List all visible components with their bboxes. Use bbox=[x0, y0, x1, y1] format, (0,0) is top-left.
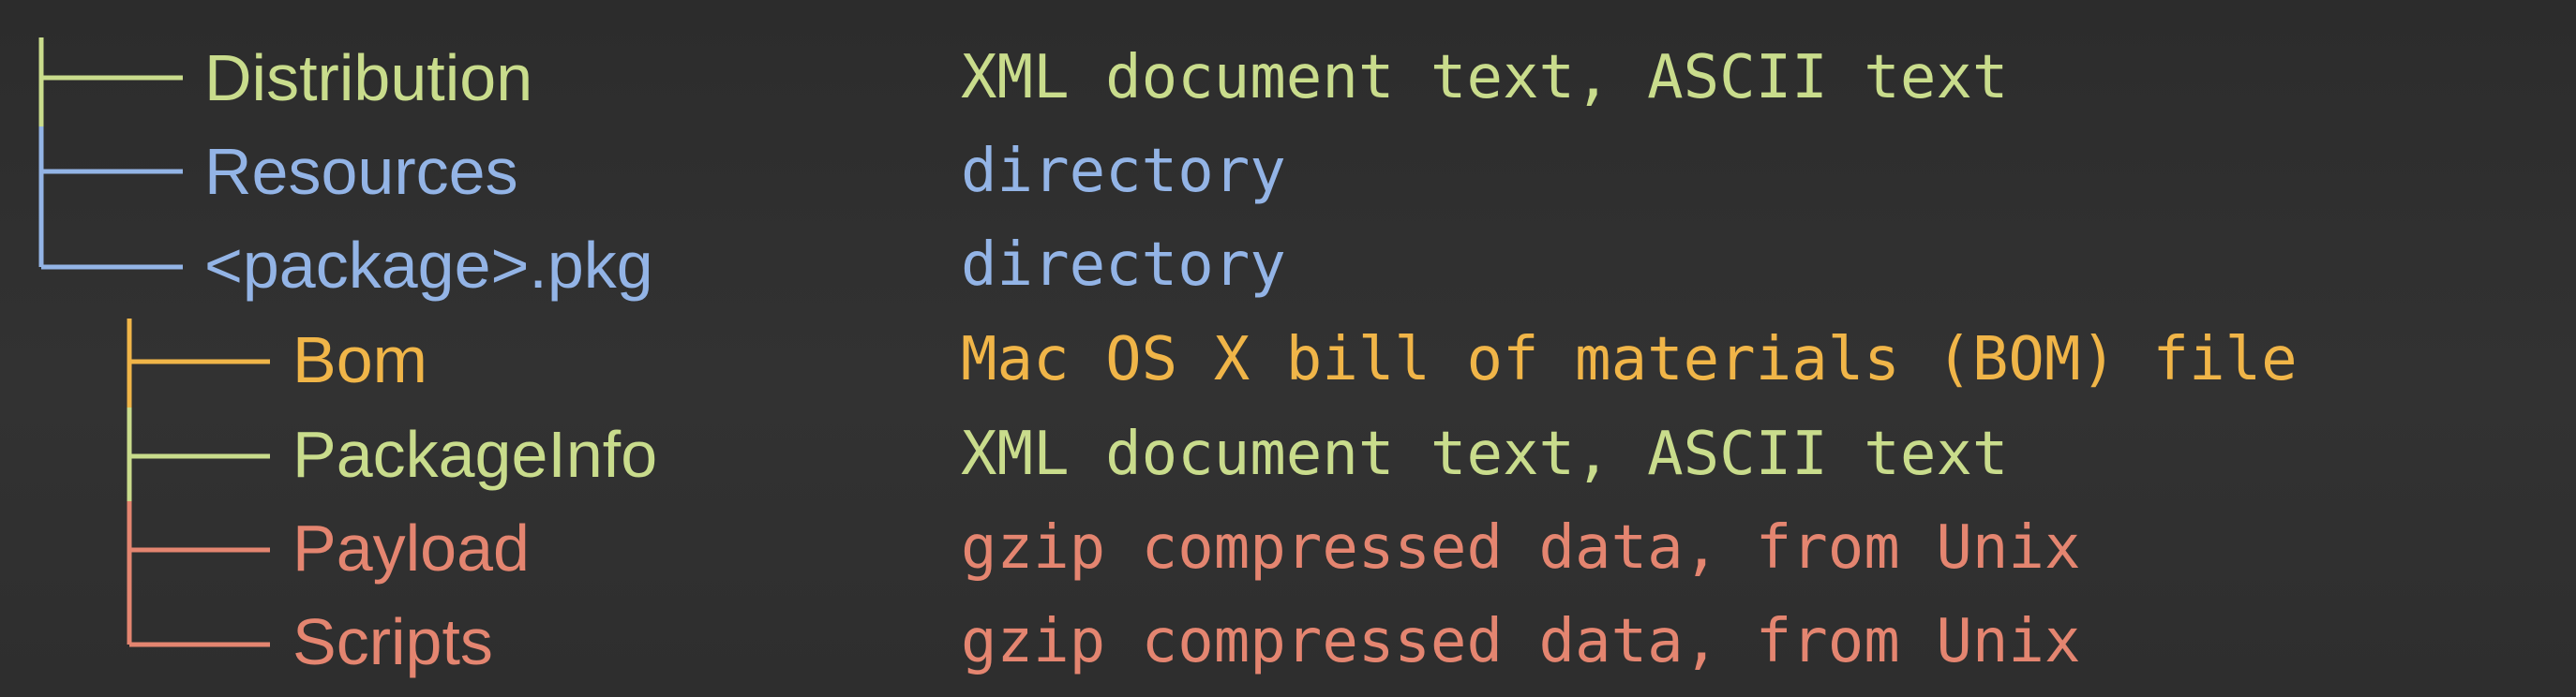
tree-item-description-package: directory bbox=[961, 230, 1286, 300]
tree-item-name-distribution: Distribution bbox=[204, 41, 533, 114]
tree-item-name-package: <package>.pkg bbox=[204, 229, 653, 302]
tree-item-description-bom: Mac OS X bill of materials (BOM) file bbox=[961, 325, 2298, 394]
tree-item-name-payload: Payload bbox=[292, 512, 530, 585]
tree-item-name-scripts: Scripts bbox=[292, 605, 493, 678]
tree-item-description-packageinfo: XML document text, ASCII text bbox=[961, 420, 2009, 489]
tree-item-description-scripts: gzip compressed data, from Unix bbox=[961, 607, 2081, 676]
tree-item-name-packageinfo: PackageInfo bbox=[292, 418, 658, 491]
tree-item-description-resources: directory bbox=[961, 137, 1286, 206]
tree-item-name-resources: Resources bbox=[204, 135, 518, 208]
tree-item-description-payload: gzip compressed data, from Unix bbox=[961, 513, 2081, 583]
tree-item-name-bom: Bom bbox=[292, 323, 427, 396]
terminal-tree-view: Distribution XML document text, ASCII te… bbox=[0, 0, 2576, 697]
tree-item-description-distribution: XML document text, ASCII text bbox=[961, 43, 2009, 112]
